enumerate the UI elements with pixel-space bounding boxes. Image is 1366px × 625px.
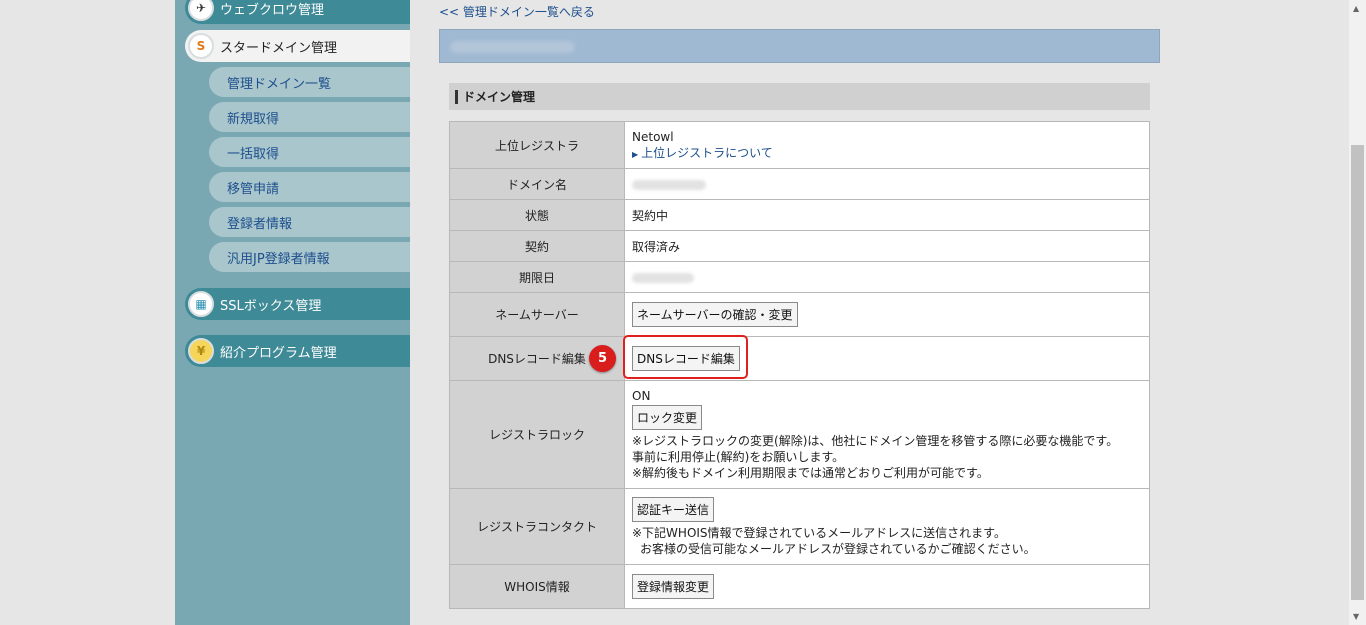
sidebar-item-domain-list[interactable]: 管理ドメイン一覧 bbox=[209, 67, 410, 97]
sidebar-item-jp-registrant[interactable]: 汎用JP登録者情報 bbox=[209, 242, 410, 272]
sidebar-item-new[interactable]: 新規取得 bbox=[209, 102, 410, 132]
table-row: 上位レジストラ Netowl ▶ 上位レジストラについて bbox=[449, 121, 1150, 169]
row-label: レジストラコンタクト bbox=[449, 488, 625, 565]
sidebar: ✈ ウェブクロウ管理 S スタードメイン管理 管理ドメイン一覧 新規取得 一括取… bbox=[175, 0, 410, 625]
triangle-right-icon: ▶ bbox=[632, 149, 639, 159]
yen-coin-icon: ¥ bbox=[188, 338, 214, 364]
blurred-value bbox=[632, 179, 706, 190]
nav-ssl-box-label: SSLボックス管理 bbox=[220, 298, 322, 314]
lock-note-2: ※解約後もドメイン利用期限までは通常どおりご利用が可能です。 bbox=[632, 465, 989, 480]
nav-referral[interactable]: ¥ 紹介プログラム管理 bbox=[185, 335, 410, 367]
table-row: ネームサーバー ネームサーバーの確認・変更 bbox=[449, 292, 1150, 337]
sidebar-item-label: 管理ドメイン一覧 bbox=[227, 76, 332, 92]
nav-ssl-box[interactable]: ▦ SSLボックス管理 bbox=[185, 288, 410, 320]
row-label: レジストラロック bbox=[449, 380, 625, 489]
domain-info-table: 上位レジストラ Netowl ▶ 上位レジストラについて ドメイン名 状態 契約中… bbox=[449, 121, 1150, 609]
sidebar-item-label: 移管申請 bbox=[227, 181, 280, 197]
sidebar-item-label: 新規取得 bbox=[227, 111, 280, 127]
table-row: 状態 契約中 bbox=[449, 199, 1150, 231]
scroll-up-icon[interactable]: ▲ bbox=[1353, 4, 1359, 13]
status-value: 契約中 bbox=[624, 199, 1150, 231]
vertical-scrollbar[interactable]: ▲ ▼ bbox=[1349, 0, 1366, 625]
sidebar-item-label: 一括取得 bbox=[227, 146, 280, 162]
contact-note-2: お客様の受信可能なメールアドレスが登録されているかご確認ください。 bbox=[640, 541, 1036, 556]
row-label: 状態 bbox=[449, 199, 625, 231]
section-header: ドメイン管理 bbox=[449, 83, 1150, 110]
sidebar-item-label: 汎用JP登録者情報 bbox=[227, 251, 330, 267]
whois-edit-button[interactable]: 登録情報変更 bbox=[632, 574, 715, 599]
table-row: DNSレコード編集 DNSレコード編集 bbox=[449, 336, 1150, 381]
lock-status: ON bbox=[632, 388, 651, 403]
row-label: ネームサーバー bbox=[449, 292, 625, 337]
contact-cell: 認証キー送信 ※下記WHOIS情報で登録されているメールアドレスに送信されます。… bbox=[624, 488, 1150, 565]
table-row: レジストラロック ON ロック変更 ※レジストラロックの変更(解除)は、他社にド… bbox=[449, 380, 1150, 489]
nav-webcrow-label: ウェブクロウ管理 bbox=[220, 2, 325, 18]
whois-cell: 登録情報変更 bbox=[624, 564, 1150, 609]
nav-webcrow[interactable]: ✈ ウェブクロウ管理 bbox=[185, 0, 410, 24]
contact-note: ※下記WHOIS情報で登録されているメールアドレスに送信されます。 bbox=[632, 525, 1006, 540]
dns-highlight-box bbox=[623, 335, 748, 379]
registrar-value: Netowl bbox=[632, 129, 674, 144]
row-label: 契約 bbox=[449, 230, 625, 262]
sidebar-item-label: 登録者情報 bbox=[227, 216, 293, 232]
table-row: WHOIS情報 登録情報変更 bbox=[449, 564, 1150, 609]
nameserver-change-button[interactable]: ネームサーバーの確認・変更 bbox=[632, 302, 798, 327]
lock-note: ※レジストラロックの変更(解除)は、他社にドメイン管理を移管する際に必要な機能で… bbox=[632, 433, 1119, 464]
lock-cell: ON ロック変更 ※レジストラロックの変更(解除)は、他社にドメイン管理を移管す… bbox=[624, 380, 1150, 489]
ssl-box-icon: ▦ bbox=[188, 291, 214, 317]
scroll-down-icon[interactable]: ▼ bbox=[1353, 612, 1359, 621]
expiry-value bbox=[624, 261, 1150, 293]
section-title: ドメイン管理 bbox=[463, 90, 536, 104]
row-label: WHOIS情報 bbox=[449, 564, 625, 609]
registrar-about-link[interactable]: ▶ 上位レジストラについて bbox=[632, 144, 1149, 161]
registrar-about-label: 上位レジストラについて bbox=[641, 145, 773, 160]
nav-referral-label: 紹介プログラム管理 bbox=[220, 345, 337, 361]
section-marker bbox=[455, 89, 458, 104]
sidebar-item-registrant[interactable]: 登録者情報 bbox=[209, 207, 410, 237]
nameserver-cell: ネームサーバーの確認・変更 bbox=[624, 292, 1150, 337]
table-row: 期限日 bbox=[449, 261, 1150, 293]
nav-star-domain[interactable]: S スタードメイン管理 bbox=[185, 30, 410, 62]
registrar-cell: Netowl ▶ 上位レジストラについて bbox=[624, 121, 1150, 169]
scrollbar-thumb[interactable] bbox=[1351, 145, 1364, 600]
table-row: ドメイン名 bbox=[449, 168, 1150, 200]
sidebar-item-transfer[interactable]: 移管申請 bbox=[209, 172, 410, 202]
domain-name-value bbox=[624, 168, 1150, 200]
row-label: 上位レジストラ bbox=[449, 121, 625, 169]
blurred-domain-name bbox=[450, 41, 575, 53]
blurred-value bbox=[632, 272, 694, 283]
step-number-badge: 5 bbox=[589, 345, 616, 372]
contract-value: 取得済み bbox=[624, 230, 1150, 262]
domain-header-bar bbox=[439, 29, 1160, 63]
send-auth-key-button[interactable]: 認証キー送信 bbox=[632, 496, 715, 522]
table-row: レジストラコンタクト 認証キー送信 ※下記WHOIS情報で登録されているメールア… bbox=[449, 488, 1150, 565]
nav-star-domain-label: スタードメイン管理 bbox=[220, 40, 338, 56]
lock-change-button[interactable]: ロック変更 bbox=[632, 404, 703, 430]
table-row: 契約 取得済み bbox=[449, 230, 1150, 262]
row-label: 期限日 bbox=[449, 261, 625, 293]
row-label: ドメイン名 bbox=[449, 168, 625, 200]
star-domain-icon: S bbox=[188, 33, 214, 59]
sidebar-item-bulk[interactable]: 一括取得 bbox=[209, 137, 410, 167]
back-to-domain-list-link[interactable]: << 管理ドメイン一覧へ戻る bbox=[439, 3, 595, 20]
crow-icon: ✈ bbox=[188, 0, 214, 21]
